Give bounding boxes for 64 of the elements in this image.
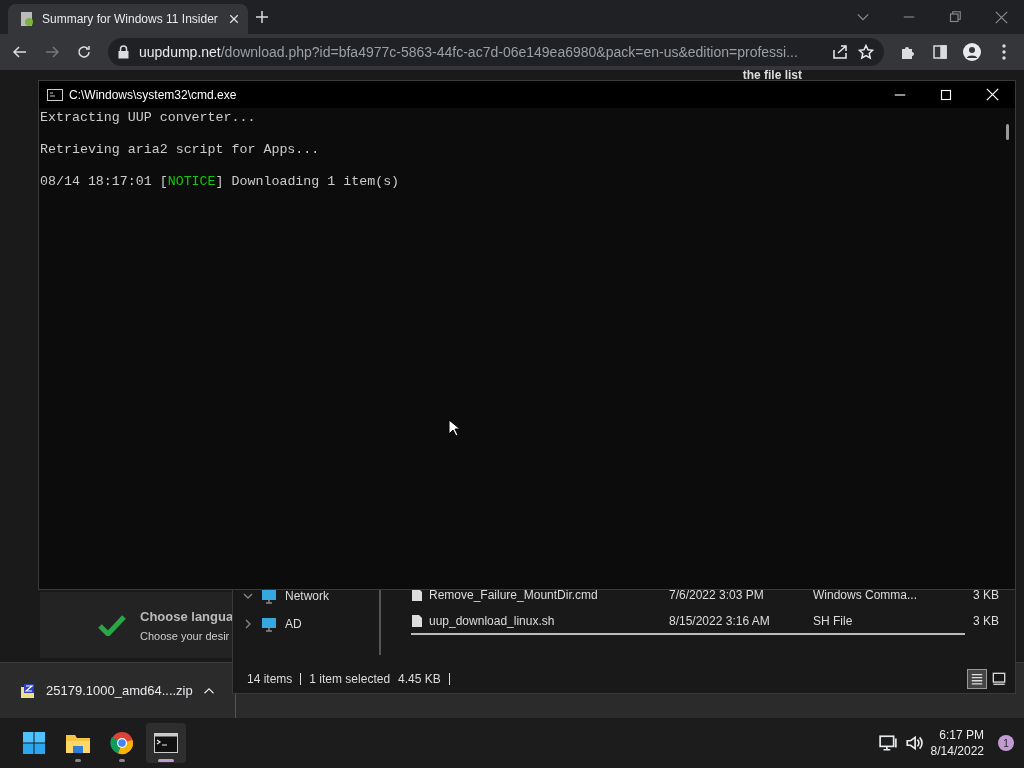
clock-time: 6:17 PM (939, 728, 984, 742)
file-name: Remove_Failure_MountDir.cmd (429, 588, 599, 602)
file-size: 3 KB (972, 588, 1000, 602)
star-icon[interactable] (858, 44, 874, 60)
file-type: Windows Comma... (813, 588, 919, 602)
file-type: SH File (813, 614, 854, 628)
file-icon (411, 614, 423, 628)
details-view-button[interactable] (967, 669, 987, 689)
url-text: uupdump.net/download.php?id=bfa4977c-5863-44fc-ac7d-06e149ea6980&pack=en-us&edition=professi... (139, 44, 799, 60)
chrome-icon (110, 731, 134, 755)
file-row[interactable]: Remove_Failure_MountDir.cmd 7/6/2022 3:03 PM Windows Comma... 3 KB (411, 588, 1015, 602)
step-description: Choose your desir (140, 629, 231, 642)
console-line: Extracting UUP converter... (40, 110, 257, 126)
file-icon (411, 588, 423, 602)
archive-icon (20, 682, 36, 699)
file-row[interactable]: uup_download_linux.sh 8/15/2022 3:16 AM SH File 3 KB (411, 614, 1015, 628)
preview-icon (992, 672, 1006, 686)
menu-icon[interactable] (1002, 44, 1006, 60)
plus-icon[interactable] (254, 9, 270, 25)
reload-icon[interactable] (76, 44, 92, 60)
browser-tab[interactable]: Summary for Windows 11 Insider (8, 4, 248, 34)
network-icon[interactable] (878, 734, 897, 752)
selection-count: 1 item selected (309, 672, 391, 686)
clock-date: 8/14/2022 (930, 744, 984, 758)
console-line: Retrieving aria2 script for Apps... (40, 142, 321, 158)
volume-icon[interactable] (904, 734, 923, 752)
console-icon (47, 88, 63, 101)
profile-icon[interactable] (963, 43, 981, 61)
taskbar-app[interactable] (146, 723, 186, 763)
side-panel-icon[interactable] (932, 44, 948, 60)
checkmark-icon (98, 614, 126, 636)
window-title: C:\Windows\system32\cmd.exe (69, 87, 237, 102)
step-title: Choose langua (140, 608, 234, 624)
console-icon (154, 733, 178, 753)
nav-item[interactable]: Network (243, 588, 379, 604)
file-name: uup_download_linux.sh (429, 614, 556, 628)
back-icon[interactable] (12, 44, 28, 60)
scrollbar-thumb[interactable] (1005, 124, 1009, 140)
download-filename: 25179.1000_amd64....zip (46, 683, 193, 698)
pointer-icon (448, 419, 460, 437)
notification-count[interactable]: 1 (998, 735, 1014, 751)
restore-icon[interactable] (949, 11, 961, 23)
item-count: 14 items (247, 672, 293, 686)
maximize-icon[interactable] (940, 88, 952, 101)
monitor-icon (261, 616, 277, 632)
tab-title: Summary for Windows 11 Insider (42, 12, 219, 26)
windows-logo-icon (22, 731, 46, 755)
puzzle-icon[interactable] (900, 44, 916, 60)
monitor-icon (261, 588, 277, 604)
section-heading: the file list (742, 70, 802, 82)
file-date: 8/15/2022 3:16 AM (669, 614, 771, 628)
file-size: 3 KB (972, 614, 1000, 628)
share-icon[interactable] (832, 44, 848, 60)
document-icon (20, 11, 34, 27)
list-icon (970, 672, 984, 686)
scrollbar[interactable] (411, 633, 965, 635)
file-date: 7/6/2022 3:03 PM (669, 588, 765, 602)
address-bar[interactable]: uupdump.net/download.php?id=bfa4977c-5863-44fc-ac7d-06e149ea6980&pack=en-us&edition=professi... (108, 38, 884, 66)
console-line: 08/14 18:17:01 [NOTICE] Downloading 1 item(s) (40, 174, 401, 190)
lock-icon (118, 45, 129, 59)
nav-item[interactable]: AD (243, 616, 379, 632)
forward-icon[interactable] (44, 44, 60, 60)
folder-icon (65, 732, 91, 754)
selection-size: 4.45 KB (398, 672, 441, 686)
